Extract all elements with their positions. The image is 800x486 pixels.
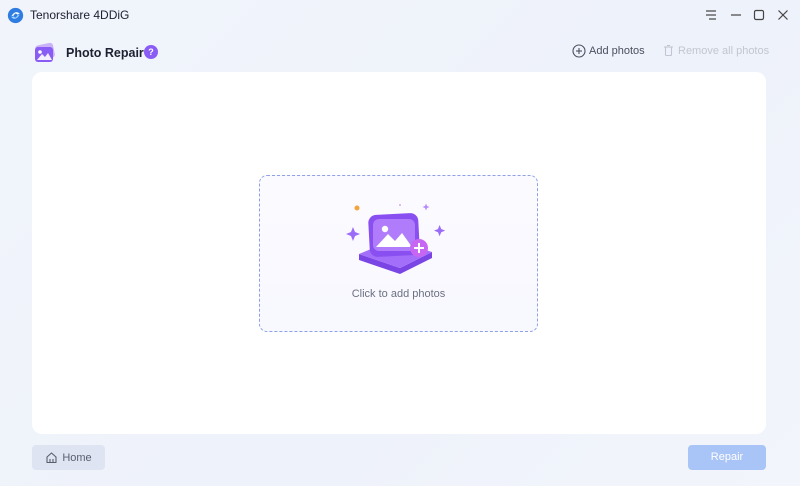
remove-all-label: Remove all photos: [678, 44, 770, 57]
add-photo-illustration: [346, 203, 446, 274]
maximize-button[interactable]: [750, 6, 768, 24]
title-bar: Tenorshare 4DDiG: [0, 0, 800, 30]
trash-icon: [664, 44, 673, 57]
dropzone-label: Click to add photos: [351, 288, 446, 300]
close-button[interactable]: [774, 6, 792, 24]
app-logo-icon: [7, 7, 24, 24]
menu-icon: [706, 10, 716, 20]
plus-circle-icon: [572, 44, 586, 58]
close-icon: [778, 10, 788, 20]
main-panel: Click to add photos: [32, 72, 766, 434]
photo-dropzone[interactable]: Click to add photos: [259, 175, 538, 332]
menu-button[interactable]: [702, 6, 720, 24]
home-icon: [46, 452, 57, 464]
add-photos-label: Add photos: [589, 45, 645, 57]
feature-header: Photo Repair ? Add photos Remove all pho…: [0, 36, 800, 68]
photo-repair-icon: [35, 42, 55, 62]
remove-all-photos-button[interactable]: Remove all photos: [662, 44, 769, 57]
add-photos-button[interactable]: Add photos: [572, 44, 645, 58]
home-button[interactable]: Home: [32, 445, 105, 470]
help-icon[interactable]: ?: [144, 45, 158, 59]
app-title: Tenorshare 4DDiG: [30, 8, 130, 22]
minimize-icon: [731, 14, 741, 16]
page-title: Photo Repair: [66, 46, 144, 60]
home-label: Home: [62, 451, 92, 464]
minimize-button[interactable]: [727, 6, 745, 24]
maximize-icon: [753, 9, 765, 21]
repair-button[interactable]: Repair: [688, 445, 766, 470]
